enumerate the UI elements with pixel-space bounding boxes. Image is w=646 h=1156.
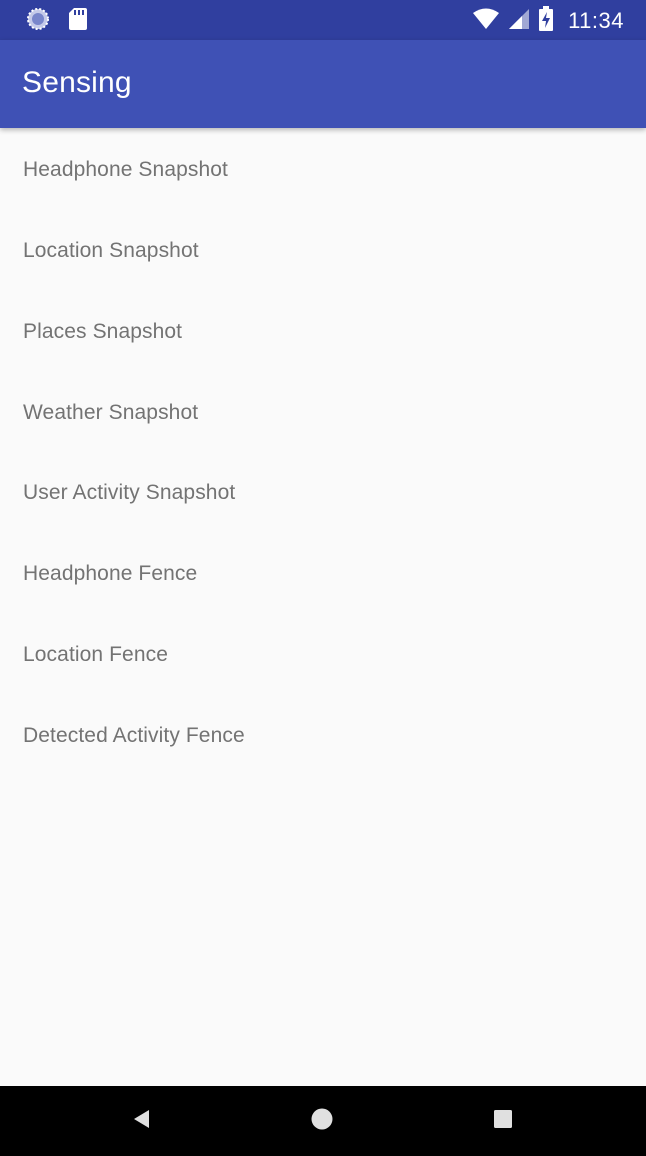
list-item-label: Headphone Snapshot — [23, 158, 228, 182]
list-item-label: User Activity Snapshot — [23, 481, 236, 505]
list-item-headphone-snapshot[interactable]: Headphone Snapshot — [0, 130, 646, 211]
list-item-location-snapshot[interactable]: Location Snapshot — [0, 211, 646, 292]
list-item-places-snapshot[interactable]: Places Snapshot — [0, 292, 646, 373]
status-bar-notifications — [26, 7, 88, 36]
signal-icon — [508, 8, 530, 35]
list-item-user-activity-snapshot[interactable]: User Activity Snapshot — [0, 453, 646, 534]
back-button[interactable] — [97, 1086, 187, 1156]
status-bar: 11:34 — [0, 0, 646, 40]
recents-button[interactable] — [458, 1086, 548, 1156]
page-title: Sensing — [22, 66, 132, 99]
sd-card-icon — [68, 7, 88, 36]
list-item-label: Places Snapshot — [23, 319, 183, 343]
home-icon — [310, 1107, 334, 1136]
sensing-menu-list: Headphone Snapshot Location Snapshot Pla… — [0, 130, 646, 776]
status-clock: 11:34 — [568, 8, 624, 33]
app-bar: Sensing — [0, 40, 646, 128]
list-item-headphone-fence[interactable]: Headphone Fence — [0, 534, 646, 615]
back-icon — [131, 1108, 153, 1135]
list-item-label: Detected Activity Fence — [23, 723, 245, 747]
list-item-label: Headphone Fence — [23, 562, 198, 586]
home-button[interactable] — [277, 1086, 367, 1156]
wifi-icon — [472, 8, 500, 35]
battery-charging-icon — [538, 5, 554, 37]
list-item-detected-activity-fence[interactable]: Detected Activity Fence — [0, 695, 646, 776]
recents-icon — [492, 1108, 514, 1135]
status-bar-system: 11:34 — [472, 5, 624, 37]
screen: 11:34 Sensing Headphone Snapshot Locatio… — [0, 0, 646, 1156]
list-item-weather-snapshot[interactable]: Weather Snapshot — [0, 372, 646, 453]
list-item-label: Location Snapshot — [23, 239, 199, 263]
loading-icon — [26, 7, 50, 36]
list-item-label: Weather Snapshot — [23, 400, 199, 424]
list-item-location-fence[interactable]: Location Fence — [0, 615, 646, 696]
list-item-label: Location Fence — [23, 642, 168, 666]
navigation-bar — [0, 1086, 646, 1156]
